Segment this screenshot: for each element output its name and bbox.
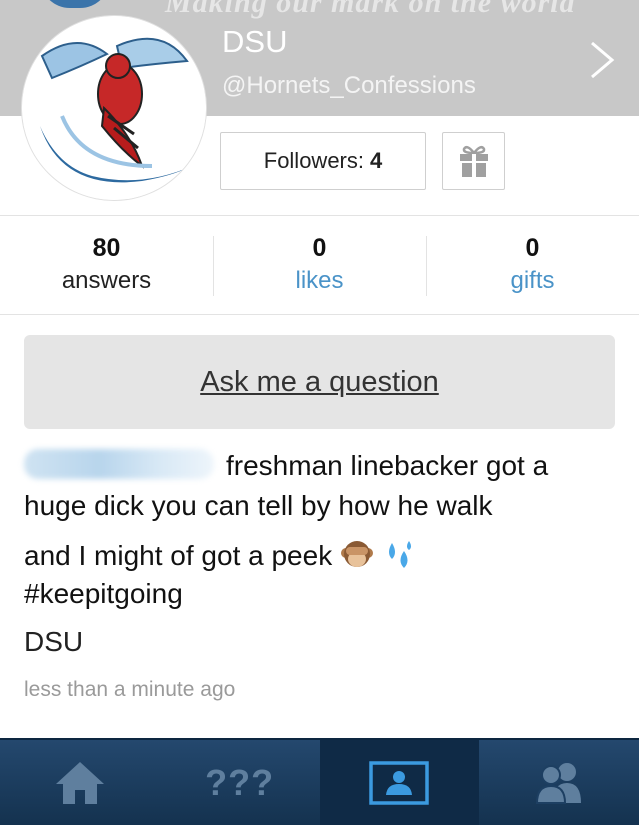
tab-home[interactable] xyxy=(0,740,160,825)
gifts-label: gifts xyxy=(510,267,555,294)
followers-count: 4 xyxy=(370,148,383,173)
see-no-evil-monkey-emoji xyxy=(341,541,373,567)
post-timestamp: less than a minute ago xyxy=(24,678,236,701)
stat-gifts[interactable]: 0 gifts xyxy=(426,216,639,314)
questions-tab-label: ??? xyxy=(205,761,275,803)
hornet-mascot-logo xyxy=(22,16,206,200)
stat-answers[interactable]: 80 answers xyxy=(0,216,213,314)
tab-friends[interactable] xyxy=(479,740,639,825)
display-name: DSU xyxy=(222,24,288,59)
answers-label: answers xyxy=(61,267,152,294)
likes-count: 0 xyxy=(312,234,327,262)
post: freshman linebacker got a huge dick you … xyxy=(24,446,624,702)
followers-label: Followers: xyxy=(263,148,364,173)
home-icon xyxy=(55,761,104,804)
profile-card-icon xyxy=(369,760,430,805)
blurred-mention xyxy=(24,449,214,479)
chevron-right-icon[interactable] xyxy=(586,40,616,80)
post-first-line: freshman linebacker got a xyxy=(24,446,624,486)
tab-profile[interactable] xyxy=(319,740,480,825)
gift-button[interactable] xyxy=(442,132,505,190)
post-hashtag[interactable]: #keepitgoing xyxy=(24,576,624,612)
gift-icon xyxy=(459,145,488,177)
tab-questions[interactable]: ??? xyxy=(160,740,320,825)
stat-likes[interactable]: 0 likes xyxy=(213,216,426,314)
followers-button[interactable]: Followers: 4 xyxy=(220,132,426,190)
post-third-line: and I might of got a peek xyxy=(24,536,624,576)
sweat-droplets-emoji xyxy=(388,541,411,568)
banner-tagline: Making our mark on the world xyxy=(165,0,576,19)
ask-question-button[interactable]: Ask me a question xyxy=(24,335,615,429)
avatar[interactable] xyxy=(22,16,206,200)
people-icon xyxy=(536,762,582,804)
answers-count: 80 xyxy=(92,234,121,262)
stats-bar: 80 answers 0 likes 0 gifts xyxy=(0,216,639,314)
likes-label: likes xyxy=(295,267,344,294)
post-text-line3: and I might of got a peek xyxy=(24,540,333,571)
post-text-line1: freshman linebacker got a xyxy=(226,450,549,481)
gifts-count: 0 xyxy=(525,234,540,262)
post-text-line2: huge dick you can tell by how he walk xyxy=(24,490,493,521)
bottom-tab-bar: ??? xyxy=(0,738,639,825)
divider xyxy=(0,314,639,315)
username: @Hornets_Confessions xyxy=(222,72,476,99)
post-signature: DSU xyxy=(24,626,84,657)
banner-decoration xyxy=(40,0,110,8)
